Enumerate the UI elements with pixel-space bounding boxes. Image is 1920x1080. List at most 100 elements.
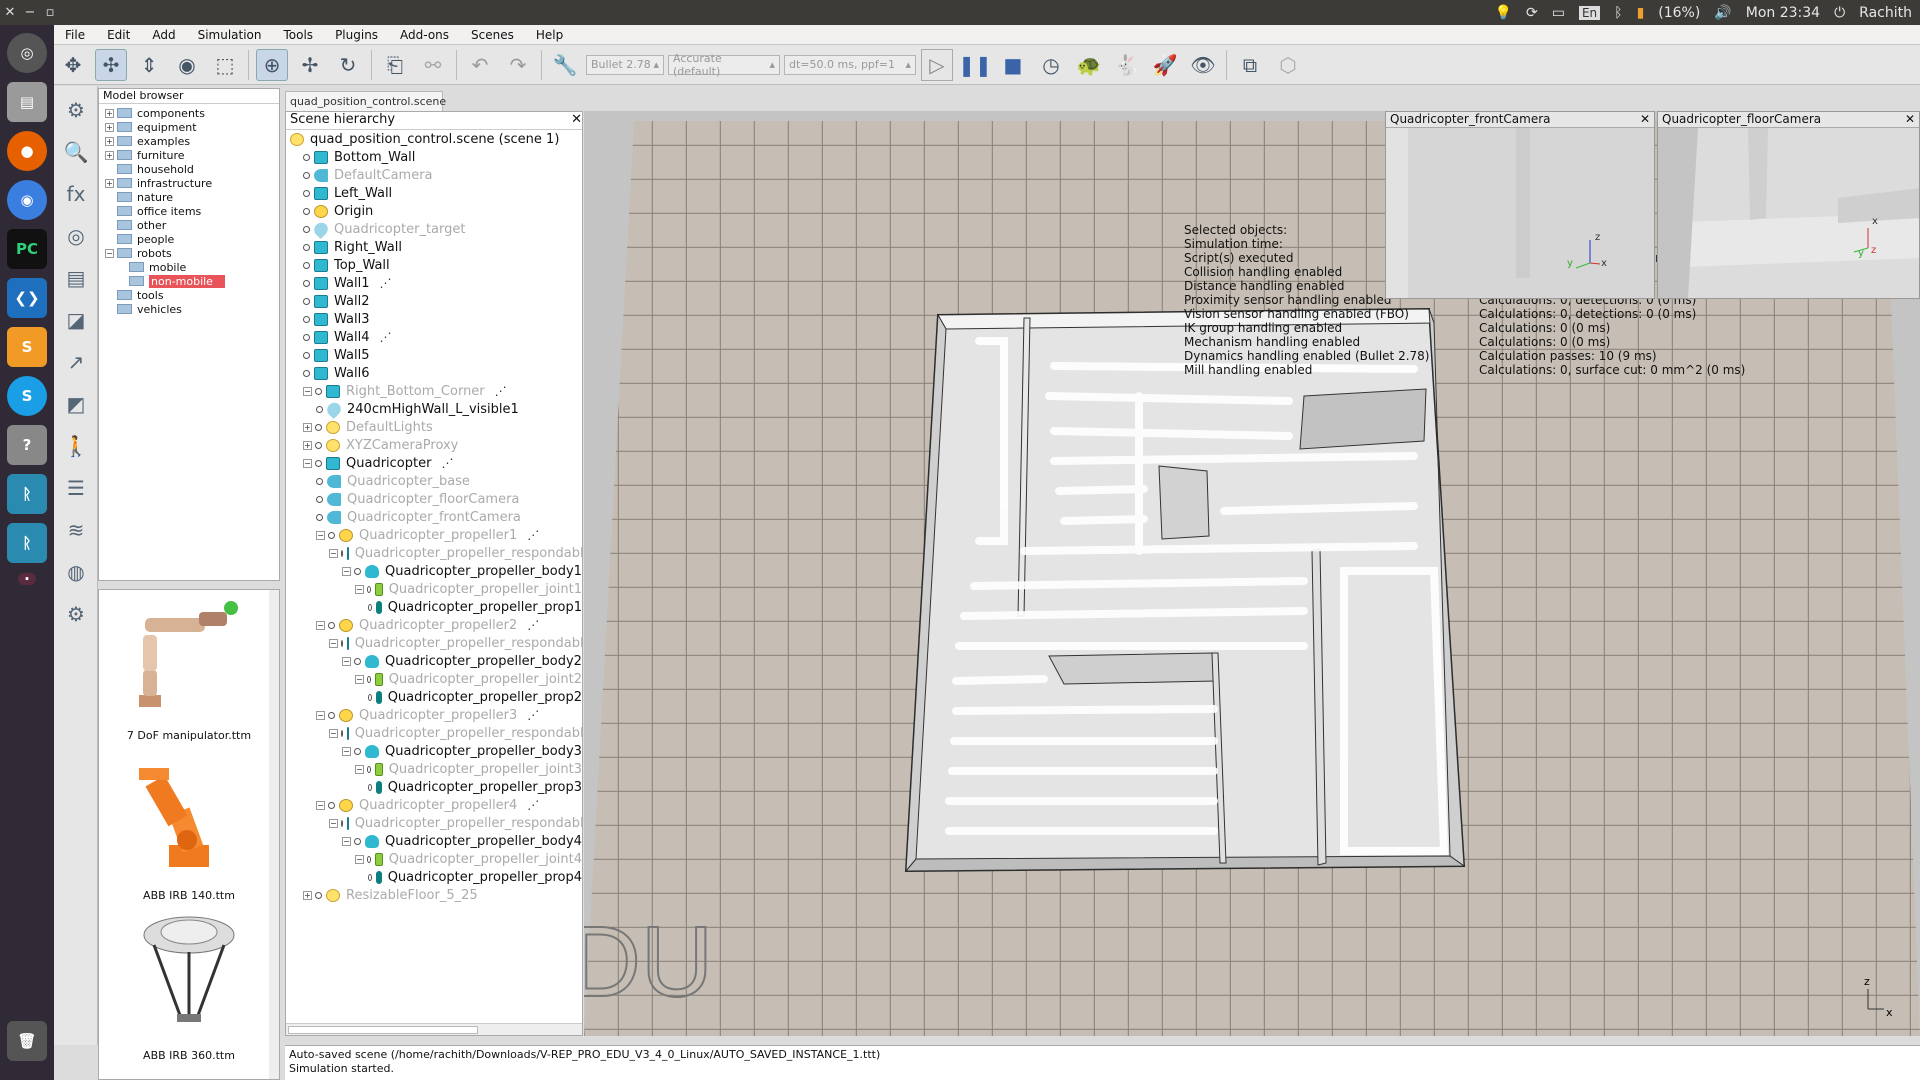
- menu-simulation[interactable]: Simulation: [187, 28, 273, 42]
- hierarchy-item[interactable]: Wall4 ⋰: [286, 328, 582, 346]
- realtime-icon[interactable]: ◷: [1035, 49, 1067, 81]
- fx-icon[interactable]: fx: [58, 176, 94, 212]
- expand-toggle-icon[interactable]: −: [316, 620, 325, 630]
- model-folder-mobile[interactable]: mobile: [99, 260, 279, 274]
- model-thumbnail[interactable]: ABB IRB 140.ttm: [99, 750, 279, 910]
- expand-toggle-icon[interactable]: −: [303, 458, 312, 468]
- model-thumbnail[interactable]: ABB IRB 360.ttm: [99, 910, 279, 1070]
- play-icon[interactable]: ▷: [921, 48, 953, 81]
- expand-toggle-icon[interactable]: −: [355, 584, 364, 594]
- hierarchy-item[interactable]: − Quadricopter_propeller_body2: [286, 652, 582, 670]
- hierarchy-item[interactable]: Quadricopter_propeller_prop3: [286, 778, 582, 796]
- scene-hierarchy-icon[interactable]: ☰: [58, 470, 94, 506]
- camera-angle-icon[interactable]: ◉: [171, 49, 203, 81]
- hierarchy-item[interactable]: + DefaultLights: [286, 418, 582, 436]
- vrep-icon[interactable]: ᚱ: [7, 474, 47, 514]
- slower-icon[interactable]: 🐢: [1073, 49, 1105, 81]
- hierarchy-item[interactable]: − Quadricopter ⋰: [286, 454, 582, 472]
- scripts-icon[interactable]: ▤: [58, 260, 94, 296]
- thread-icon[interactable]: 🚀: [1149, 49, 1181, 81]
- script-icon[interactable]: ⋰: [527, 528, 539, 542]
- model-folder-office-items[interactable]: office items: [99, 204, 279, 218]
- hierarchy-item[interactable]: Wall1 ⋰: [286, 274, 582, 292]
- hierarchy-item[interactable]: Quadricopter_propeller_prop1: [286, 598, 582, 616]
- hierarchy-item[interactable]: + XYZCameraProxy: [286, 436, 582, 454]
- pycharm-icon[interactable]: PC: [7, 229, 47, 269]
- model-folder-equipment[interactable]: + equipment: [99, 120, 279, 134]
- selection-icon[interactable]: ◩: [58, 386, 94, 422]
- visualization-icon[interactable]: 👁: [1187, 49, 1219, 81]
- expand-toggle-icon[interactable]: −: [342, 746, 351, 756]
- hierarchy-item[interactable]: Quadricopter_propeller_prop2: [286, 688, 582, 706]
- sublime-icon[interactable]: S: [7, 327, 47, 367]
- sync-icon[interactable]: ⟳: [1526, 5, 1538, 21]
- keyboard-lang[interactable]: En: [1578, 5, 1601, 20]
- hierarchy-item[interactable]: Wall2: [286, 292, 582, 310]
- hierarchy-item[interactable]: Wall6: [286, 364, 582, 382]
- model-folder-tools[interactable]: tools: [99, 288, 279, 302]
- hierarchy-item[interactable]: − Quadricopter_propeller2 ⋰: [286, 616, 582, 634]
- model-folder-people[interactable]: people: [99, 232, 279, 246]
- script-icon[interactable]: ⋰: [379, 330, 391, 344]
- physics-engine-select[interactable]: Bullet 2.78 ▴: [586, 54, 664, 75]
- front-camera-view[interactable]: Quadricopter_frontCamera ✕ z y x: [1385, 111, 1655, 299]
- model-browser-icon[interactable]: 🚶: [58, 428, 94, 464]
- zoom-icon[interactable]: 🔍: [58, 134, 94, 170]
- script-icon[interactable]: ⋰: [527, 618, 539, 632]
- expand-toggle-icon[interactable]: +: [303, 440, 312, 450]
- hierarchy-item[interactable]: Wall3: [286, 310, 582, 328]
- window-icon[interactable]: ▭: [1552, 5, 1565, 21]
- menu-addons[interactable]: Add-ons: [389, 28, 460, 42]
- timestep-select[interactable]: dt=50.0 ms, ppf=1 ▴: [784, 54, 916, 75]
- close-panel-icon[interactable]: ✕: [571, 112, 582, 129]
- power-icon[interactable]: ⏻: [1834, 5, 1845, 21]
- close-window-icon[interactable]: ✕: [0, 5, 20, 20]
- script-icon[interactable]: ⋰: [527, 708, 539, 722]
- model-thumbnail[interactable]: 7 DoF manipulator.ttm: [99, 590, 279, 750]
- expand-toggle-icon[interactable]: −: [329, 728, 338, 738]
- page-selector-icon[interactable]: ⧉: [1234, 49, 1266, 81]
- close-view-icon[interactable]: ✕: [1905, 112, 1915, 127]
- hierarchy-item[interactable]: − Quadricopter_propeller_body4: [286, 832, 582, 850]
- hierarchy-item[interactable]: Quadricopter_frontCamera: [286, 508, 582, 526]
- assemble-icon[interactable]: ⎗: [379, 49, 411, 81]
- hierarchy-item[interactable]: Top_Wall: [286, 256, 582, 274]
- script-icon[interactable]: ⋰: [495, 384, 507, 398]
- floor-camera-view[interactable]: Quadricopter_floorCamera ✕ y z x: [1657, 111, 1920, 299]
- expand-toggle-icon[interactable]: −: [342, 656, 351, 666]
- collections-icon[interactable]: ◎: [58, 218, 94, 254]
- expand-toggle-icon[interactable]: −: [329, 818, 338, 828]
- expand-toggle-icon[interactable]: −: [342, 566, 351, 576]
- script-icon[interactable]: ⋰: [441, 456, 453, 470]
- script-icon[interactable]: ⋰: [379, 276, 391, 290]
- camera-shift-icon[interactable]: ⇕: [133, 49, 165, 81]
- firefox-icon[interactable]: ●: [7, 131, 47, 171]
- expand-toggle-icon[interactable]: −: [355, 764, 364, 774]
- hierarchy-item[interactable]: Quadricopter_floorCamera: [286, 490, 582, 508]
- files-icon[interactable]: ▤: [7, 82, 47, 122]
- fit-view-icon[interactable]: ⬚: [209, 49, 241, 81]
- expand-toggle-icon[interactable]: −: [342, 836, 351, 846]
- expand-toggle-icon[interactable]: −: [355, 854, 364, 864]
- hierarchy-item[interactable]: − Right_Bottom_Corner ⋰: [286, 382, 582, 400]
- expand-toggle-icon[interactable]: −: [105, 248, 114, 258]
- model-folder-examples[interactable]: + examples: [99, 134, 279, 148]
- vscode-icon[interactable]: ❮❯: [7, 278, 47, 318]
- hierarchy-item[interactable]: − Quadricopter_propeller_joint3: [286, 760, 582, 778]
- script-icon[interactable]: ⋰: [527, 798, 539, 812]
- camera-rotate-icon[interactable]: ✣: [95, 48, 127, 81]
- skype-icon[interactable]: S: [7, 376, 47, 416]
- video-recorder-icon[interactable]: ◍: [58, 554, 94, 590]
- hierarchy-horizontal-scrollbar[interactable]: [286, 1023, 582, 1035]
- hierarchy-item[interactable]: Quadricopter_base: [286, 472, 582, 490]
- user-name[interactable]: Rachith: [1859, 5, 1912, 21]
- battery-icon[interactable]: ▮: [1637, 5, 1645, 21]
- hierarchy-item[interactable]: − Quadricopter_propeller4 ⋰: [286, 796, 582, 814]
- accuracy-select[interactable]: Accurate (default) ▴: [668, 52, 780, 78]
- hierarchy-item[interactable]: DefaultCamera: [286, 166, 582, 184]
- model-folder-household[interactable]: household: [99, 162, 279, 176]
- menu-add[interactable]: Add: [141, 28, 186, 42]
- hierarchy-item[interactable]: Wall5: [286, 346, 582, 364]
- hierarchy-item[interactable]: − Quadricopter_propeller_joint4: [286, 850, 582, 868]
- hierarchy-item[interactable]: − Quadricopter_propeller1 ⋰: [286, 526, 582, 544]
